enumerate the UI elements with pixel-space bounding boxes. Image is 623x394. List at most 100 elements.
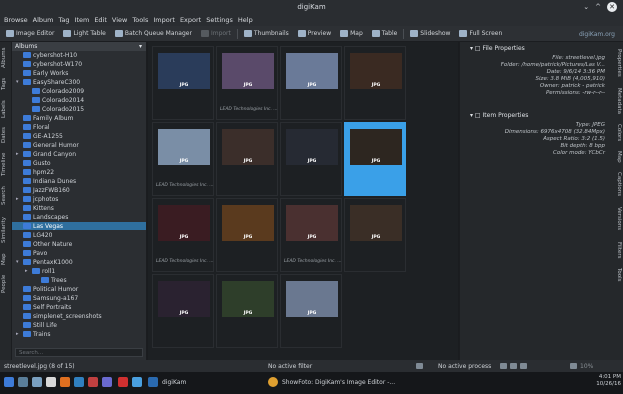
thumbnail-image[interactable]: JPG [350,129,402,165]
album-item[interactable]: ▾ EasyShareC300 [12,78,146,86]
sort-icon[interactable] [510,363,517,369]
map-button[interactable]: Map [337,27,366,41]
menu-export[interactable]: Export [180,16,201,24]
album-search-input[interactable]: Search... [15,348,143,357]
album-item[interactable]: cybershot-H10 [12,51,146,59]
thumbnail-item[interactable]: JPG [344,122,406,196]
thumbnail-item[interactable]: JPG [152,274,214,348]
thumbnail-image[interactable]: JPG [158,281,210,317]
tab-versions[interactable]: Versions [612,202,622,236]
thumbnail-item[interactable]: JPG [344,198,406,272]
album-item[interactable]: ▸ Grand Canyon [12,150,146,158]
table-button[interactable]: Table [369,27,401,41]
expand-arrow-icon[interactable]: ▸ [25,268,30,274]
thumbnail-item[interactable]: JPG LEAD Technologies Inc. ... [216,46,278,120]
tab-map[interactable]: Map [1,250,11,268]
expand-arrow-icon[interactable]: ▸ [16,196,21,202]
album-item[interactable]: Kittens [12,204,146,212]
tab-captions[interactable]: Captions [612,168,622,200]
thumbnail-image[interactable]: JPG [158,53,210,89]
menu-help[interactable]: Help [238,16,253,24]
album-item[interactable]: ▸ Trains [12,330,146,338]
menu-tools[interactable]: Tools [132,16,148,24]
close-button[interactable]: ✕ [607,2,617,12]
thumbnail-image[interactable]: JPG [286,53,338,89]
expand-arrow-icon[interactable]: ▾ [16,79,21,85]
album-item[interactable]: Colorado2009 [12,87,146,95]
album-item[interactable]: cybershot-W170 [12,60,146,68]
system-clock[interactable]: 4:01 PM 10/26/16 [596,374,621,388]
tab-tools[interactable]: Tools [612,264,622,286]
thumbnail-item[interactable]: JPG [216,274,278,348]
tab-tags[interactable]: Tags [1,74,11,94]
app-icon[interactable] [118,377,128,387]
batch-queue-button[interactable]: Batch Queue Manager [112,27,195,41]
image-editor-button[interactable]: Image Editor [3,27,57,41]
thumbnail-image[interactable]: JPG [286,205,338,241]
tab-map-right[interactable]: Map [612,148,622,166]
album-item[interactable]: hpm22 [12,168,146,176]
menu-view[interactable]: View [112,16,127,24]
full-screen-button[interactable]: Full Screen [456,27,505,41]
album-item[interactable]: Pavo [12,249,146,257]
album-item[interactable]: Landscapes [12,213,146,221]
app-icon[interactable] [132,377,142,387]
digikam-task[interactable]: digiKam [162,379,186,386]
maximize-button[interactable]: ^ [595,3,601,11]
album-item[interactable]: Political Humor [12,285,146,293]
album-item[interactable]: Indiana Dunes [12,177,146,185]
tab-similarity[interactable]: Similarity [1,212,11,248]
thumbnail-item[interactable]: JPG [280,122,342,196]
menu-edit[interactable]: Edit [94,16,107,24]
tab-metadata[interactable]: Metadata [612,84,622,118]
album-item[interactable]: Other Nature [12,240,146,248]
expand-arrow-icon[interactable]: ▸ [16,151,21,157]
album-item[interactable]: Samsung-a167 [12,294,146,302]
album-item[interactable]: Still Life [12,321,146,329]
app-icon[interactable] [102,377,112,387]
showfoto-task-icon[interactable] [268,377,278,387]
tab-filters[interactable]: Filters [612,238,622,262]
tab-dates[interactable]: Dates [1,124,11,146]
album-item[interactable]: ▸ jcphotos [12,195,146,203]
tab-search[interactable]: Search [1,182,11,210]
minimize-button[interactable]: ⌄ [583,3,589,11]
album-item[interactable]: ▾ PentaxK1000 [12,258,146,266]
thumbnail-item[interactable]: JPG [280,46,342,120]
chevron-down-icon[interactable]: ▾ [139,43,142,50]
zoom-level[interactable]: 10% [580,363,593,370]
thumbnail-item[interactable]: JPG [344,46,406,120]
thumbnail-image[interactable]: JPG [222,129,274,165]
item-properties-header[interactable]: ▾ □ Item Properties [460,109,611,122]
menu-tag[interactable]: Tag [59,16,70,24]
thumbnail-image[interactable]: JPG [158,205,210,241]
digikam-task-icon[interactable] [148,377,158,387]
thumbnail-image[interactable]: JPG [222,205,274,241]
thumbnails-button[interactable]: Thumbnails [241,27,292,41]
import-button[interactable]: Import [198,27,234,41]
desktop-icon[interactable] [18,377,28,387]
thumbnail-item[interactable]: JPG LEAD Technologies Inc. ... [152,198,214,272]
thumbnail-image[interactable]: JPG [350,205,402,241]
menu-import[interactable]: Import [153,16,175,24]
showfoto-task[interactable]: ShowFoto: DigiKam's Image Editor -... [282,379,395,386]
app-icon[interactable] [74,377,84,387]
thumbnail-image[interactable]: JPG [286,281,338,317]
thumbnail-item[interactable]: JPG [280,274,342,348]
thumbnail-item[interactable]: JPG [216,122,278,196]
album-item[interactable]: JazzFWB160 [12,186,146,194]
album-item[interactable]: ▸ roll1 [12,267,146,275]
tab-colors[interactable]: Colors [612,120,622,146]
view-icon[interactable] [500,363,507,369]
thumbnail-image[interactable]: JPG [286,129,338,165]
zoom-in-icon[interactable] [570,363,577,369]
album-item[interactable]: Early Works [12,69,146,77]
thumbnail-image[interactable]: JPG [350,53,402,89]
album-item[interactable]: Self Portraits [12,303,146,311]
thumbnail-image[interactable]: JPG [222,53,274,89]
filter-icon[interactable] [416,363,423,369]
album-item[interactable]: General Humor [12,141,146,149]
tab-timeline[interactable]: Timeline [1,148,11,180]
thumbnail-image[interactable]: JPG [158,129,210,165]
slideshow-button[interactable]: Slideshow [407,27,453,41]
